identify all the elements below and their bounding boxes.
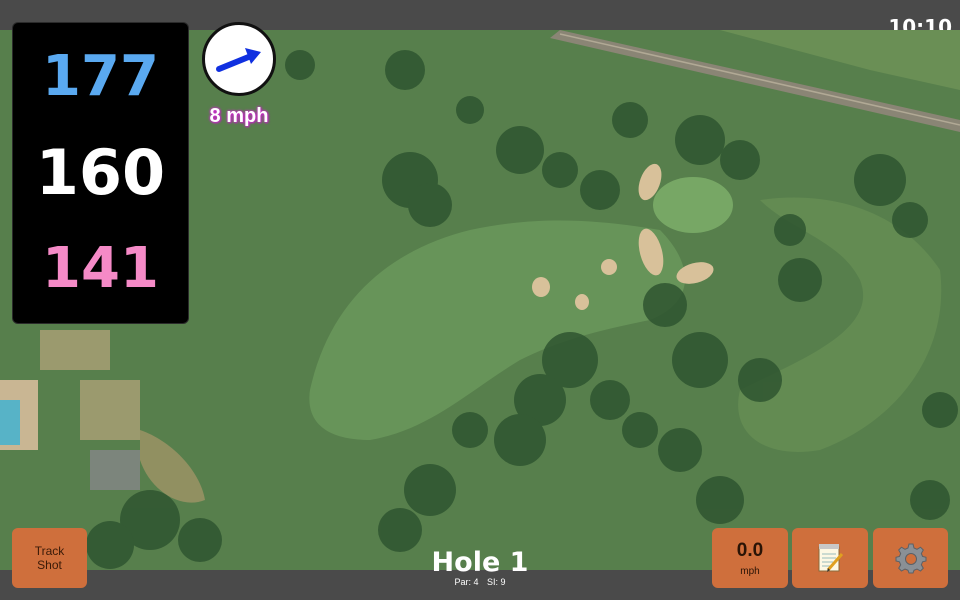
track-shot-label-line2: Shot xyxy=(37,558,62,572)
hole-title: Hole 1 xyxy=(431,547,529,578)
speed-value: 0.0 xyxy=(736,539,764,561)
par-label: Par: 4 xyxy=(454,577,479,587)
wind-arrow-icon xyxy=(216,48,261,72)
track-shot-button[interactable]: Track Shot xyxy=(12,528,87,588)
hole-info: Par: 4 SI: 9 xyxy=(380,577,580,587)
notes-button[interactable] xyxy=(792,528,868,588)
track-shot-label-line1: Track xyxy=(34,544,65,558)
stroke-index-label: SI: 9 xyxy=(487,577,506,587)
back-distance: 177 xyxy=(42,44,159,110)
notepad-icon xyxy=(818,544,844,572)
front-distance: 141 xyxy=(42,235,159,301)
distance-panel: 177 160 141 xyxy=(12,22,189,324)
speed-unit: mph xyxy=(740,565,760,577)
gear-icon xyxy=(895,543,926,574)
wind-indicator xyxy=(202,22,276,96)
wind-speed: 8 mph xyxy=(209,105,269,127)
middle-distance: 160 xyxy=(35,135,166,209)
settings-button[interactable] xyxy=(873,528,948,588)
speed-button[interactable]: 0.0 mph xyxy=(712,528,788,588)
